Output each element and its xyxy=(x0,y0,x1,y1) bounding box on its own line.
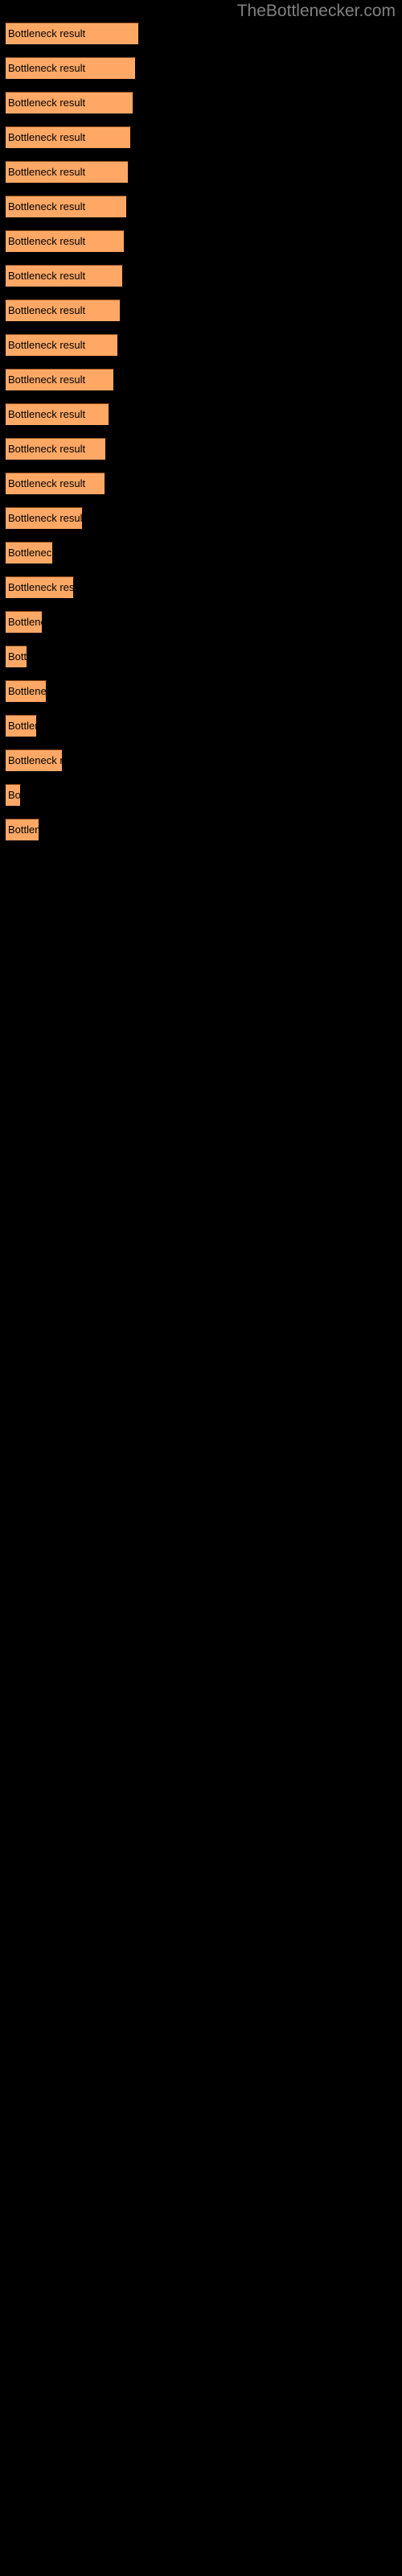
bar-label: Bottleneck result xyxy=(8,547,53,559)
chart-bar-row[interactable]: Bottleneck result xyxy=(0,126,402,149)
bar-label-clip: Bottleneck result xyxy=(5,92,133,114)
bar-label: Bottleneck result xyxy=(8,131,86,143)
bar-label: Bottleneck result xyxy=(8,581,74,593)
bar-label-clip: Bottleneck result xyxy=(5,196,127,218)
bar-label: Bottleneck result xyxy=(8,166,86,178)
bar-label-clip: Bottleneck result xyxy=(5,473,105,495)
chart-bar-row[interactable]: Bottleneck result xyxy=(0,334,402,357)
bar-label: Bottleneck result xyxy=(8,339,86,351)
bar-label: Bottleneck result xyxy=(8,720,37,732)
chart-bar-row[interactable]: Bottleneck result xyxy=(0,507,402,530)
bar-label-clip: Bottleneck result xyxy=(5,819,39,841)
bar-label-clip: Bottleneck result xyxy=(5,507,83,530)
chart-bar-row[interactable]: Bottleneck result xyxy=(0,749,402,772)
bar-chart: Bottleneck result Bottleneck result Bottle… xyxy=(0,0,402,2576)
bar-label-clip: Bottleneck result xyxy=(5,576,74,599)
bar-label: Bottleneck result xyxy=(8,754,63,766)
chart-bar-row[interactable]: Bottleneck result xyxy=(0,57,402,80)
chart-bar-row[interactable]: Bottleneck result xyxy=(0,92,402,114)
bar-label: Bottleneck result xyxy=(8,477,86,489)
chart-bar-row[interactable]: Bottleneck result xyxy=(0,161,402,184)
chart-bar-row[interactable]: Bottleneck result xyxy=(0,265,402,287)
bar-label: Bottleneck result xyxy=(8,270,86,282)
chart-bar-row[interactable]: Bottleneck result xyxy=(0,680,402,703)
bar-label-clip: Bottleneck result xyxy=(5,265,123,287)
bar-label: Bottleneck result xyxy=(8,616,43,628)
chart-bar-row[interactable]: Bottleneck result xyxy=(0,23,402,45)
chart-bar-row[interactable]: Bottleneck result xyxy=(0,473,402,495)
bar-label-clip: Bottleneck result xyxy=(5,23,139,45)
bar-label-clip: Bottleneck result xyxy=(5,438,106,460)
bar-label-clip: Bottleneck result xyxy=(5,126,131,149)
bar-label: Bottleneck result xyxy=(8,62,86,74)
bar-label-clip: Bottleneck result xyxy=(5,299,121,322)
bar-label-clip: Bottleneck result xyxy=(5,715,37,737)
bar-label: Bottleneck result xyxy=(8,443,86,455)
bar-label: Bottleneck result xyxy=(8,97,86,109)
chart-bar-row[interactable]: Bottleneck result xyxy=(0,438,402,460)
bar-label: Bottleneck result xyxy=(8,789,21,801)
bar-label: Bottleneck result xyxy=(8,685,47,697)
bar-label-clip: Bottleneck result xyxy=(5,369,114,391)
bar-label: Bottleneck result xyxy=(8,824,39,836)
chart-bar-row[interactable]: Bottleneck result xyxy=(0,819,402,841)
bar-label-clip: Bottleneck result xyxy=(5,680,47,703)
chart-bar-row[interactable]: Bottleneck result xyxy=(0,576,402,599)
bar-label: Bottleneck result xyxy=(8,27,86,39)
bar-label-clip: Bottleneck result xyxy=(5,784,21,807)
bar-label: Bottleneck result xyxy=(8,408,86,420)
bar-label-clip: Bottleneck result xyxy=(5,749,63,772)
bar-label-clip: Bottleneck result xyxy=(5,542,53,564)
chart-bar-row[interactable]: Bottleneck result xyxy=(0,715,402,737)
bar-label-clip: Bottleneck result xyxy=(5,611,43,634)
bar-label: Bottleneck result xyxy=(8,512,83,524)
bar-label-clip: Bottleneck result xyxy=(5,230,125,253)
bar-label-clip: Bottleneck result xyxy=(5,57,136,80)
bar-label-clip: Bottleneck result xyxy=(5,646,27,668)
chart-bar-row[interactable]: Bottleneck result xyxy=(0,784,402,807)
bar-label: Bottleneck result xyxy=(8,650,27,663)
bar-label-clip: Bottleneck result xyxy=(5,403,109,426)
chart-bar-row[interactable]: Bottleneck result xyxy=(0,196,402,218)
chart-bar-row[interactable]: Bottleneck result xyxy=(0,542,402,564)
bar-label: Bottleneck result xyxy=(8,235,86,247)
chart-bar-row[interactable]: Bottleneck result xyxy=(0,230,402,253)
chart-bar-row[interactable]: Bottleneck result xyxy=(0,299,402,322)
chart-bar-row[interactable]: Bottleneck result xyxy=(0,611,402,634)
bar-label: Bottleneck result xyxy=(8,304,86,316)
bar-label: Bottleneck result xyxy=(8,200,86,213)
chart-bar-row[interactable]: Bottleneck result xyxy=(0,369,402,391)
bottleneck-chart-page: TheBottlenecker.com Bottleneck result Bot… xyxy=(0,0,402,2576)
chart-bar-row[interactable]: Bottleneck result xyxy=(0,403,402,426)
bar-label-clip: Bottleneck result xyxy=(5,334,118,357)
bar-label: Bottleneck result xyxy=(8,374,86,386)
bar-label-clip: Bottleneck result xyxy=(5,161,129,184)
chart-bar-row[interactable]: Bottleneck result xyxy=(0,646,402,668)
